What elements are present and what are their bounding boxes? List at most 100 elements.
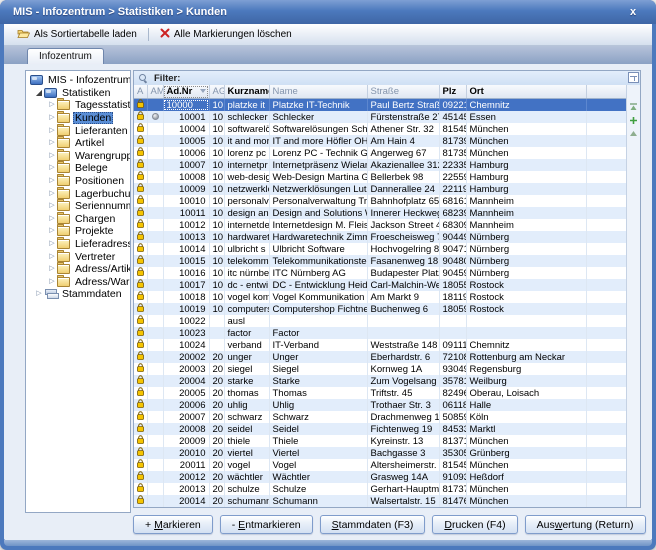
table-cell[interactable]: 20012 (163, 471, 209, 483)
table-cell[interactable]: platzke it (224, 99, 269, 112)
table-cell[interactable]: 10 (209, 111, 224, 123)
table-cell[interactable]: 20004 (163, 375, 209, 387)
table-cell[interactable]: 10017 (163, 279, 209, 291)
table-cell[interactable]: 20 (209, 399, 224, 411)
table-cell[interactable] (147, 459, 163, 471)
table-cell[interactable]: 68239 (439, 207, 466, 219)
table-cell[interactable]: Angerweg 67 (367, 147, 439, 159)
table-cell[interactable] (586, 183, 627, 195)
table-cell[interactable] (147, 375, 163, 387)
table-cell[interactable]: 91093 (439, 471, 466, 483)
table-cell[interactable]: München (466, 495, 586, 507)
table-cell[interactable] (586, 411, 627, 423)
table-cell[interactable] (134, 135, 147, 147)
table-cell[interactable]: Seidel (269, 423, 367, 435)
table-cell[interactable]: Vogel Kommunikation OHG (269, 291, 367, 303)
tree-item-kunden[interactable]: ▷Kunden (26, 112, 130, 125)
table-cell[interactable] (147, 315, 163, 327)
table-cell[interactable]: Rostock (466, 303, 586, 315)
table-cell[interactable] (147, 111, 163, 123)
table-cell[interactable]: 10007 (163, 159, 209, 171)
table-cell[interactable]: 20013 (163, 483, 209, 495)
table-cell[interactable]: 22559 (439, 171, 466, 183)
table-cell[interactable]: Hamburg (466, 171, 586, 183)
table-cell[interactable]: 10 (209, 135, 224, 147)
expand-icon[interactable]: ▷ (47, 214, 57, 224)
table-cell[interactable]: Jackson Street 43 (367, 219, 439, 231)
table-cell[interactable]: factor (224, 327, 269, 339)
expand-icon[interactable]: ▷ (47, 252, 57, 262)
expand-icon[interactable]: ▷ (47, 138, 57, 148)
table-cell[interactable] (147, 147, 163, 159)
table-cell[interactable]: ulbricht s (224, 243, 269, 255)
table-row[interactable]: 1000510it and morIT and more Höfler OHGA… (134, 135, 627, 147)
table-cell[interactable] (147, 327, 163, 339)
table-cell[interactable] (134, 231, 147, 243)
table-cell[interactable]: Web-Design Martina Groß (269, 171, 367, 183)
table-cell[interactable]: 10016 (163, 267, 209, 279)
expand-icon[interactable]: ▷ (47, 201, 57, 211)
table-cell[interactable]: Triftstr. 45 (367, 387, 439, 399)
table-cell[interactable]: DC - Entwicklung Heidner KG (269, 279, 367, 291)
table-cell[interactable] (147, 255, 163, 267)
table-cell[interactable]: 20008 (163, 423, 209, 435)
table-cell[interactable]: Softwarelösungen Scholl GmbH (269, 123, 367, 135)
table-cell[interactable] (134, 459, 147, 471)
table-cell[interactable]: Dannerallee 24 (367, 183, 439, 195)
close-button[interactable]: x (624, 0, 642, 22)
table-cell[interactable]: Telekommunikationstechnik Seip (269, 255, 367, 267)
table-cell[interactable]: Rottenburg am Neckar (466, 351, 586, 363)
table-cell[interactable]: Lorenz PC - Technik GmbH (269, 147, 367, 159)
table-cell[interactable] (586, 435, 627, 447)
table-cell[interactable]: 20011 (163, 459, 209, 471)
table-cell[interactable]: 10011 (163, 207, 209, 219)
table-cell[interactable]: 10010 (163, 195, 209, 207)
table-cell[interactable]: Weststraße 148 (367, 339, 439, 351)
table-cell[interactable] (586, 231, 627, 243)
expand-icon[interactable]: ▷ (47, 163, 57, 173)
table-cell[interactable]: 20014 (163, 495, 209, 507)
table-cell[interactable]: Mannheim (466, 207, 586, 219)
table-cell[interactable]: Chemnitz (466, 339, 586, 351)
table-cell[interactable]: Fürstenstraße 27 (367, 111, 439, 123)
table-cell[interactable] (134, 435, 147, 447)
table-cell[interactable]: Oberau, Loisach (466, 387, 586, 399)
table-cell[interactable] (134, 195, 147, 207)
table-cell[interactable]: verband (224, 339, 269, 351)
table-cell[interactable] (586, 219, 627, 231)
table-cell[interactable]: 10 (209, 303, 224, 315)
table-cell[interactable]: Halle (466, 399, 586, 411)
table-cell[interactable]: 10 (209, 195, 224, 207)
table-cell[interactable]: 20006 (163, 399, 209, 411)
column-header-plz[interactable]: Plz (439, 85, 466, 99)
table-cell[interactable] (586, 267, 627, 279)
table-cell[interactable] (586, 327, 627, 339)
table-cell[interactable] (209, 315, 224, 327)
table-cell[interactable]: 45145 (439, 111, 466, 123)
tree-item-tagesstatistik[interactable]: ▷Tagesstatistik (26, 99, 130, 112)
table-cell[interactable]: 90449 (439, 231, 466, 243)
table-cell[interactable]: IT-Verband (269, 339, 367, 351)
table-cell[interactable]: 81735 (439, 147, 466, 159)
table-cell[interactable]: starke (224, 375, 269, 387)
table-cell[interactable] (134, 483, 147, 495)
filter-row[interactable]: Filter: (134, 71, 640, 86)
table-row[interactable]: 2000320siegelSiegelKornweg 1A93049Regens… (134, 363, 627, 375)
table-cell[interactable] (134, 255, 147, 267)
table-row[interactable]: 1001310hardwareteHardwaretechnik Zimmerm… (134, 231, 627, 243)
table-cell[interactable]: 10 (209, 207, 224, 219)
table-row[interactable]: 1001210internetdeInternetdesign M. Fleis… (134, 219, 627, 231)
table-cell[interactable]: 20005 (163, 387, 209, 399)
table-cell[interactable] (134, 171, 147, 183)
table-cell[interactable]: internetpr (224, 159, 269, 171)
table-cell[interactable]: 20 (209, 483, 224, 495)
table-cell[interactable] (134, 303, 147, 315)
table-cell[interactable] (586, 339, 627, 351)
table-cell[interactable]: Weilburg (466, 375, 586, 387)
table-cell[interactable]: 20 (209, 375, 224, 387)
tree-item-belege[interactable]: ▷Belege (26, 162, 130, 175)
expand-icon[interactable]: ▷ (47, 113, 57, 123)
table-cell[interactable] (586, 315, 627, 327)
table-row[interactable]: 2000920thieleThieleKyreinstr. 1381371Mün… (134, 435, 627, 447)
table-row[interactable]: 2000620uhligUhligTrothaer Str. 306118Hal… (134, 399, 627, 411)
